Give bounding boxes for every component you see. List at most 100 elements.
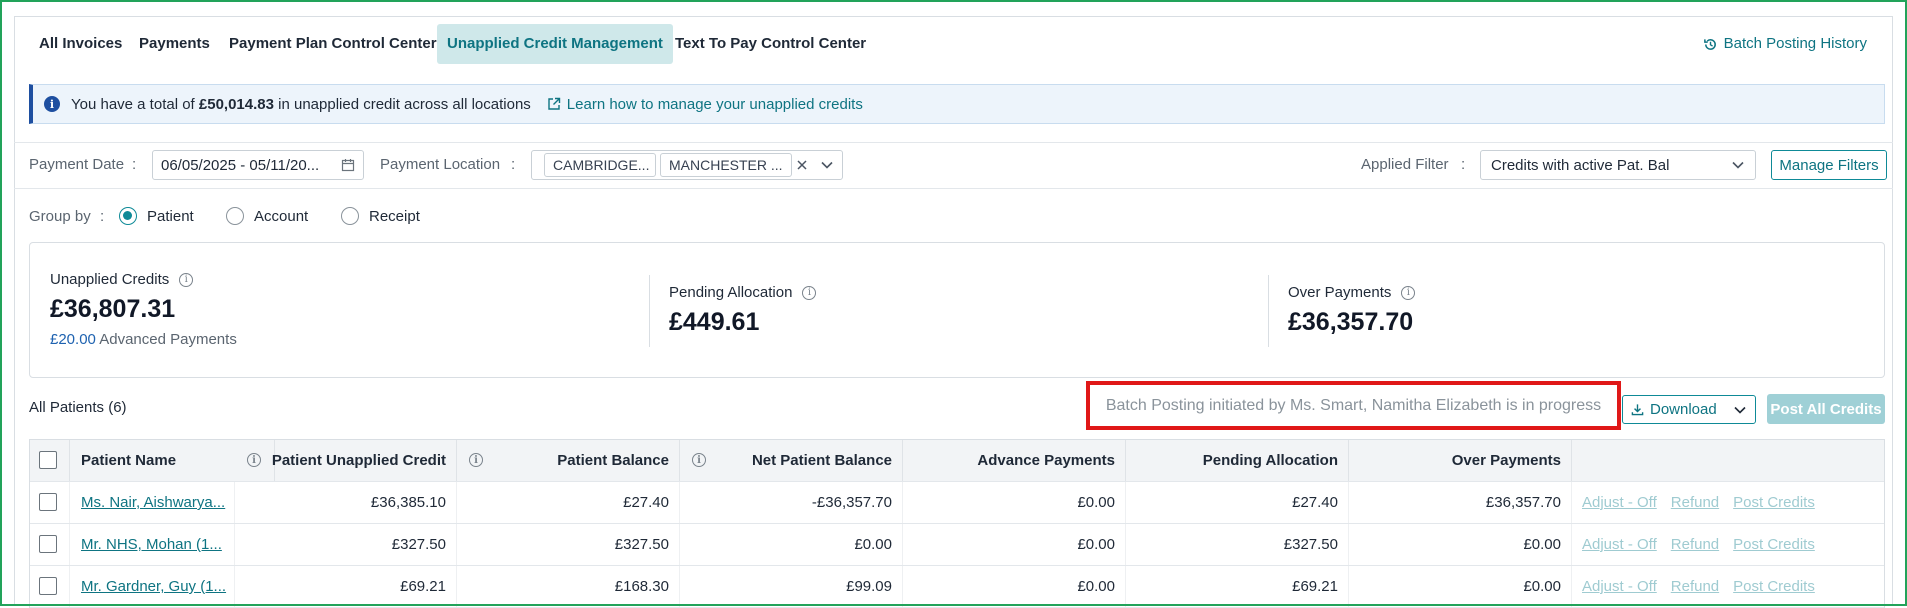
refund-link[interactable]: Refund [1671, 536, 1719, 553]
header-pending-allocation[interactable]: Pending Allocation [1126, 440, 1349, 481]
pending-allocation-label: Pending Allocation [669, 284, 793, 301]
info-icon: i [44, 96, 60, 112]
over-payments-cell: £0.00 [1349, 566, 1572, 607]
advance-payments-cell: £0.00 [903, 566, 1126, 607]
info-icon[interactable]: i [802, 285, 817, 300]
radio-selected-indicator [119, 207, 137, 225]
colon-separator: : [511, 156, 516, 173]
post-credits-link[interactable]: Post Credits [1733, 536, 1815, 553]
manage-filters-button[interactable]: Manage Filters [1771, 150, 1887, 180]
payment-date-field[interactable]: 06/05/2025 - 05/11/20... [152, 150, 364, 180]
clear-icon[interactable] [796, 159, 808, 171]
row-select-cell [30, 482, 70, 523]
post-credits-link[interactable]: Post Credits [1733, 578, 1815, 595]
colon-separator: : [100, 208, 105, 225]
patient-balance-cell: £27.40 [457, 482, 680, 523]
group-by-patient-radio[interactable]: Patient [119, 207, 194, 225]
tab-bar: All Invoices Payments Payment Plan Contr… [14, 18, 1893, 68]
info-icon[interactable]: i [247, 453, 261, 467]
tab-all-invoices[interactable]: All Invoices [29, 24, 132, 64]
patient-name-link[interactable]: Mr. NHS, Mohan (1... [81, 536, 222, 553]
select-all-checkbox[interactable] [39, 451, 57, 469]
banner-suffix: in unapplied credit across all locations [278, 95, 531, 113]
over-payments-value: £36,357.70 [1288, 308, 1414, 336]
advance-payments-cell: £0.00 [903, 482, 1126, 523]
header-unapplied-credit-label: Patient Unapplied Credit [271, 452, 446, 469]
header-net-patient-balance[interactable]: i Net Patient Balance [680, 440, 903, 481]
download-icon [1631, 404, 1644, 416]
divider [649, 275, 650, 347]
applied-filter-select[interactable]: Credits with active Pat. Bal [1480, 150, 1756, 180]
banner-prefix: You have a total of [71, 95, 195, 113]
tab-payment-plan-control-center[interactable]: Payment Plan Control Center [219, 24, 447, 64]
patient-name-link[interactable]: Mr. Gardner, Guy (1... [81, 578, 226, 595]
pending-allocation-cell: £327.50 [1126, 524, 1349, 565]
payment-location-label: Payment Location [380, 156, 501, 173]
pending-allocation-cell: £27.40 [1126, 482, 1349, 523]
colon-separator: : [132, 156, 137, 173]
learn-unapplied-credits-link[interactable]: Learn how to manage your unapplied credi… [547, 96, 863, 113]
post-all-credits-button[interactable]: Post All Credits [1767, 394, 1885, 424]
patient-name-link[interactable]: Ms. Nair, Aishwarya... [81, 494, 225, 511]
row-select-cell [30, 566, 70, 607]
table-row: Mr. Gardner, Guy (1... £69.21 £168.30 £9… [30, 566, 1884, 608]
post-credits-link[interactable]: Post Credits [1733, 494, 1815, 511]
header-unapplied-credit[interactable]: i Patient Unapplied Credit [235, 440, 457, 481]
info-icon[interactable]: i [692, 453, 706, 467]
header-over-payments[interactable]: Over Payments [1349, 440, 1572, 481]
row-checkbox[interactable] [39, 493, 57, 511]
radio-indicator [226, 207, 244, 225]
payment-date-label: Payment Date [29, 156, 125, 173]
over-payments-cell: £0.00 [1349, 524, 1572, 565]
unapplied-credit-cell: £69.21 [235, 566, 457, 607]
download-label: Download [1650, 401, 1717, 418]
adjust-off-link[interactable]: Adjust - Off [1582, 536, 1657, 553]
refund-link[interactable]: Refund [1671, 578, 1719, 595]
info-icon[interactable]: i [1401, 285, 1416, 300]
table-header-row: Patient Name i Patient Unapplied Credit … [30, 440, 1884, 482]
info-icon[interactable]: i [469, 453, 483, 467]
group-by-label: Group by [29, 208, 91, 225]
info-icon[interactable]: i [179, 272, 194, 287]
divider [14, 188, 1893, 189]
tab-unapplied-credit-management[interactable]: Unapplied Credit Management [437, 24, 673, 64]
row-select-cell [30, 524, 70, 565]
header-patient-balance[interactable]: i Patient Balance [457, 440, 680, 481]
tab-payments[interactable]: Payments [129, 24, 220, 64]
patient-balance-cell: £168.30 [457, 566, 680, 607]
colon-separator: : [1461, 156, 1466, 173]
header-net-balance-label: Net Patient Balance [751, 452, 892, 469]
header-actions [1572, 440, 1884, 481]
unapplied-credit-cell: £36,385.10 [235, 482, 457, 523]
radio-label: Receipt [369, 207, 420, 225]
header-advance-payments[interactable]: Advance Payments [903, 440, 1126, 481]
tab-text-to-pay-control-center[interactable]: Text To Pay Control Center [665, 24, 876, 64]
net-balance-cell: £0.00 [680, 524, 903, 565]
actions-cell: Adjust - Off Refund Post Credits [1572, 566, 1884, 607]
group-by-account-radio[interactable]: Account [226, 207, 308, 225]
adjust-off-link[interactable]: Adjust - Off [1582, 494, 1657, 511]
learn-link-label: Learn how to manage your unapplied credi… [566, 95, 863, 113]
payment-location-select[interactable]: CAMBRIDGE... MANCHESTER ... [531, 150, 843, 180]
group-by-receipt-radio[interactable]: Receipt [341, 207, 420, 225]
patient-name-cell: Ms. Nair, Aishwarya... [70, 482, 235, 523]
unapplied-credits-value: £36,807.31 [50, 295, 176, 323]
refund-link[interactable]: Refund [1671, 494, 1719, 511]
row-checkbox[interactable] [39, 535, 57, 553]
summary-card: Unapplied Credits i £36,807.31 £20.00 Ad… [29, 242, 1885, 378]
payment-date-value: 06/05/2025 - 05/11/20... [161, 156, 320, 174]
actions-cell: Adjust - Off Refund Post Credits [1572, 482, 1884, 523]
chevron-down-icon[interactable] [820, 160, 834, 170]
header-select-cell [30, 440, 70, 481]
adjust-off-link[interactable]: Adjust - Off [1582, 578, 1657, 595]
download-button[interactable]: Download [1622, 395, 1756, 424]
row-checkbox[interactable] [39, 577, 57, 595]
history-icon [1703, 38, 1716, 50]
pending-allocation-value: £449.61 [669, 308, 760, 336]
advanced-payments-amount: £20.00 [50, 331, 96, 348]
unapplied-credit-banner: i You have a total of £50,014.83 in unap… [29, 84, 1885, 124]
radio-label: Account [254, 207, 309, 225]
radio-indicator [341, 207, 359, 225]
batch-posting-history-link[interactable]: Batch Posting History [1703, 34, 1867, 54]
location-chip-manchester: MANCHESTER ... [660, 153, 792, 177]
